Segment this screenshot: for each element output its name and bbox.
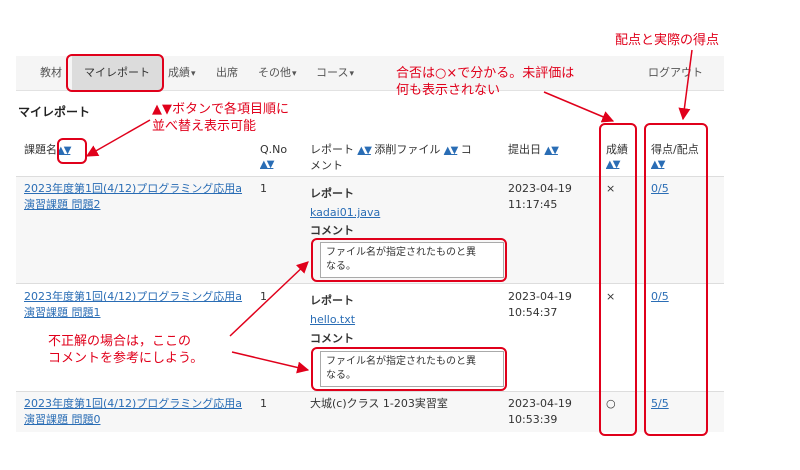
row3-time: 10:53:39	[508, 413, 558, 426]
row1-title-line1: 2023年度第1回(4/12)プログラミング応用a	[24, 182, 243, 195]
row1-title-link[interactable]: 2023年度第1回(4/12)プログラミング応用a 演習課題 問題2	[24, 181, 242, 213]
nav-grades[interactable]: 成績▾	[168, 56, 196, 90]
header-report: レポート ▲▼ 添削ファイル ▲▼ コ メント	[310, 142, 500, 173]
highlight-grade-column	[599, 123, 637, 436]
annotation-comment-line2: コメントを参考にしよう。	[48, 351, 204, 366]
annotation-grade-line1: 合否は○×で分かる。未評価は	[396, 66, 575, 81]
row2-title-line2: 演習課題 問題1	[24, 306, 101, 319]
header-qno: Q.No ▲▼	[260, 142, 287, 172]
highlight-my-report	[66, 54, 164, 92]
row3-location: 大城(c)クラス 1-203実習室	[310, 397, 448, 410]
header-comment-label-a: コ	[460, 143, 472, 156]
row3-title-link[interactable]: 2023年度第1回(4/12)プログラミング応用a 演習課題 問題0	[24, 396, 242, 428]
row1-time: 11:17:45	[508, 198, 558, 211]
row1-qno: 1	[260, 182, 267, 195]
arrow-comment-2	[231, 351, 310, 374]
row2-title-link[interactable]: 2023年度第1回(4/12)プログラミング応用a 演習課題 問題1	[24, 289, 242, 321]
row2-title-line1: 2023年度第1回(4/12)プログラミング応用a	[24, 290, 243, 303]
nav-course-label: コース	[316, 66, 349, 79]
highlight-score-column	[644, 123, 708, 436]
highlight-comment-2	[311, 347, 507, 391]
annotation-grade: 合否は○×で分かる。未評価は 何も表示されない	[396, 65, 574, 99]
sort-date-button[interactable]: ▲▼	[545, 145, 559, 156]
annotation-grade-line2: 何も表示されない	[396, 83, 501, 98]
header-qno-label: Q.No	[260, 143, 288, 156]
row1-date-line1: 2023-04-19	[508, 182, 572, 195]
row2-qno: 1	[260, 290, 267, 303]
row1-date: 2023-04-19 11:17:45	[508, 181, 572, 213]
arrow-sort	[85, 119, 151, 157]
nav-logout[interactable]: ログアウト	[648, 56, 703, 90]
row3-title-line2: 演習課題 問題0	[24, 413, 101, 426]
nav-grades-label: 成績	[168, 66, 190, 79]
header-date-label: 提出日	[508, 143, 541, 156]
header-report-label: レポート	[310, 143, 354, 156]
nav-course[interactable]: コース▾	[316, 56, 354, 90]
page-title: マイレポート	[18, 105, 91, 119]
nav-other-label: その他	[258, 66, 291, 79]
header-correction-label: 添削ファイル	[374, 143, 441, 156]
annotation-sort: ▲▼ボタンで各項目順に 並べ替え表示可能	[152, 101, 289, 135]
sort-correction-button[interactable]: ▲▼	[444, 145, 458, 156]
row2-file-link[interactable]: hello.txt	[310, 312, 355, 328]
row2-date: 2023-04-19 10:54:37	[508, 289, 572, 321]
row2-date-line1: 2023-04-19	[508, 290, 572, 303]
annotation-comment: 不正解の場合は，ここの コメントを参考にしよう。	[48, 333, 203, 367]
annotation-score: 配点と実際の得点	[615, 33, 720, 48]
sort-qno-button[interactable]: ▲▼	[260, 157, 287, 172]
row1-file-link[interactable]: kadai01.java	[310, 205, 380, 221]
nav-attendance[interactable]: 出席	[216, 56, 238, 90]
chevron-down-icon: ▾	[349, 69, 354, 79]
highlight-sort-button	[57, 138, 87, 164]
sort-report-button[interactable]: ▲▼	[358, 145, 372, 156]
row1-report-label: レポート	[310, 187, 354, 200]
annotation-sort-line2: 並べ替え表示可能	[152, 119, 257, 134]
nav-other[interactable]: その他▾	[258, 56, 297, 90]
nav-materials[interactable]: 教材	[40, 56, 62, 90]
row1-title-line2: 演習課題 問題2	[24, 198, 101, 211]
row3-date-line1: 2023-04-19	[508, 397, 572, 410]
chevron-down-icon: ▾	[292, 69, 297, 79]
annotation-sort-line1: ▲▼ボタンで各項目順に	[152, 102, 289, 117]
header-title-label: 課題名	[24, 143, 57, 156]
annotation-comment-line1: 不正解の場合は，ここの	[48, 334, 192, 349]
row3-qno: 1	[260, 397, 267, 410]
highlight-comment-1	[311, 238, 507, 282]
row1-comment-label: コメント	[310, 224, 354, 237]
row3-date: 2023-04-19 10:53:39	[508, 396, 572, 428]
row2-report-label: レポート	[310, 294, 354, 307]
row2-comment-label: コメント	[310, 332, 354, 345]
chevron-down-icon: ▾	[191, 69, 196, 79]
header-date: 提出日 ▲▼	[508, 142, 559, 158]
header-comment-label-b: メント	[310, 159, 343, 172]
row2-time: 10:54:37	[508, 306, 558, 319]
row3-title-line1: 2023年度第1回(4/12)プログラミング応用a	[24, 397, 243, 410]
